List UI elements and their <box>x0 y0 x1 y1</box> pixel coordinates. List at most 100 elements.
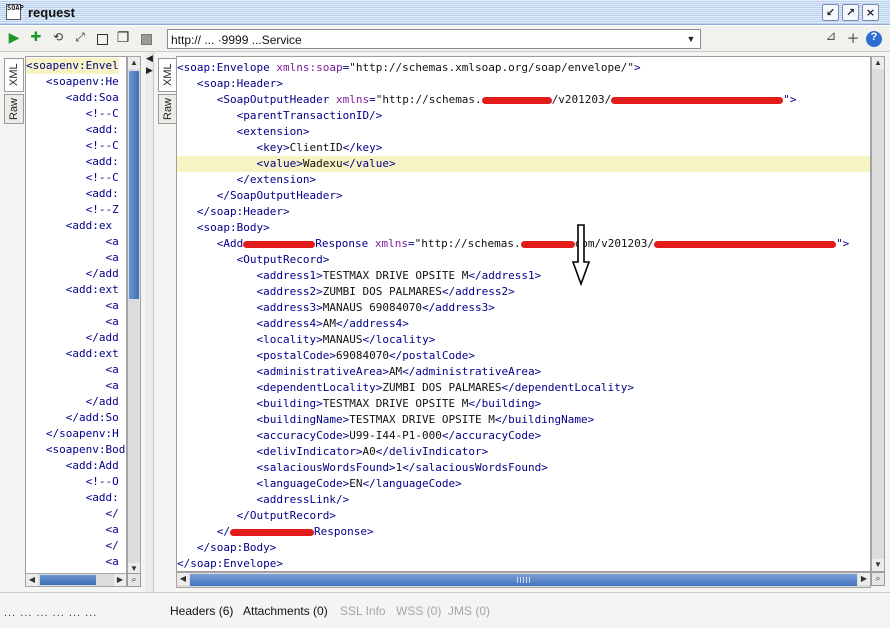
xml-line: <!--O <box>26 475 119 488</box>
xml-value: A0 <box>362 445 376 458</box>
xml-tag: <building> <box>256 397 323 410</box>
xml-tag: <Add <box>216 237 244 250</box>
scroll-left-icon[interactable]: ◀ <box>177 573 189 585</box>
xml-tag: <address1> <box>256 269 323 282</box>
tab-headers[interactable]: Headers (6) <box>170 604 233 618</box>
xml-tag: <key> <box>256 141 290 154</box>
xml-tag: </value> <box>342 157 396 170</box>
chevron-down-icon[interactable]: ▼ <box>683 31 699 47</box>
scroll-up-icon[interactable]: ▲ <box>128 57 140 69</box>
xml-line: <add:Soa <box>26 91 119 104</box>
xml-line: <a <box>26 363 119 376</box>
square-icon[interactable] <box>97 34 108 45</box>
find-icon[interactable]: ⌕ <box>871 572 885 586</box>
request-xml-editor[interactable]: <soapenv:Envel <soapenv:He <add:Soa <!--… <box>25 56 127 576</box>
xml-tag: <soap:Body> <box>196 221 270 234</box>
split-divider[interactable]: ◀ ▶ <box>145 52 154 592</box>
find-icon[interactable]: ⌕ <box>127 573 141 587</box>
xml-tag: "> <box>836 237 850 250</box>
scroll-right-icon[interactable]: ▶ <box>858 573 870 585</box>
scroll-left-icon[interactable]: ◀ <box>26 574 38 586</box>
xml-field-line: <languageCode>EN</languageCode> <box>177 476 870 492</box>
xml-line: <soap:Body> <box>177 220 870 236</box>
redaction-mark <box>654 240 837 248</box>
xml-field-line: <address3>MANAUS 69084070</address3> <box>177 300 870 316</box>
tab-xml-request[interactable]: XML <box>4 58 24 92</box>
xml-tag: Response> <box>314 525 374 538</box>
tab-ssl-info[interactable]: SSL Info <box>340 604 386 618</box>
endpoint-url-field[interactable]: http:// ... ·9999 ...Service ▼ <box>167 29 701 49</box>
xml-line: <!--C <box>26 107 119 120</box>
xml-value: ZUMBI DOS PALMARES <box>382 381 502 394</box>
help-icon[interactable]: ? <box>866 31 882 47</box>
stop-icon[interactable] <box>141 34 152 45</box>
xml-line: <OutputRecord> <box>177 252 870 268</box>
scroll-right-icon[interactable]: ▶ <box>114 574 126 586</box>
response-horizontal-scrollbar[interactable]: ◀ ▶ <box>176 572 871 588</box>
response-xml-editor[interactable]: <soap:Envelope xmlns:soap="http://schema… <box>176 56 871 572</box>
xml-field-line: <accuracyCode>U99-I44-P1-000</accuracyCo… <box>177 428 870 444</box>
xml-value: EN <box>349 477 363 490</box>
tab-jms[interactable]: JMS (0) <box>448 604 490 618</box>
xml-tag: </SoapOutputHeader> <box>216 189 343 202</box>
scroll-down-icon[interactable]: ▼ <box>872 559 884 571</box>
request-vertical-scrollbar[interactable]: ▲ ▼ <box>127 56 141 576</box>
xml-attribute-value: "http://schemas.xmlsoap.org/soap/envelop… <box>349 61 634 74</box>
xml-tag: <parentTransactionID/> <box>236 109 383 122</box>
tab-raw-response[interactable]: Raw <box>158 94 178 124</box>
response-vertical-scrollbar[interactable]: ▲ ▼ <box>871 56 885 572</box>
xml-tag: Response <box>315 237 369 250</box>
xml-line: </add <box>26 267 119 280</box>
response-editor-pane: XML Raw <soap:Envelope xmlns:soap="http:… <box>154 52 890 592</box>
xml-line: <extension> <box>177 124 870 140</box>
xml-tag: <accuracyCode> <box>256 429 350 442</box>
scroll-thumb[interactable] <box>190 574 857 586</box>
collapse-left-icon[interactable]: ◀ <box>145 54 154 64</box>
expand-icon[interactable]: ⤢ <box>71 30 89 48</box>
xml-tag: <address2> <box>256 285 323 298</box>
tab-raw-request[interactable]: Raw <box>4 94 24 124</box>
xml-tag: </languageCode> <box>362 477 462 490</box>
request-toolbar: ▶ ✚ ⟲ ⤢ ❐ http:// ... ·9999 ...Service ▼… <box>0 26 890 52</box>
xml-line: <a <box>26 523 119 536</box>
xml-tag: </OutputRecord> <box>236 509 336 522</box>
scroll-up-icon[interactable]: ▲ <box>872 57 884 69</box>
refresh-icon[interactable]: ⟲ <box>49 30 67 48</box>
xml-line: </ Response> <box>177 524 870 540</box>
xml-field-line: <address1>TESTMAX DRIVE OPSITE M</addres… <box>177 268 870 284</box>
xml-tag: </address3> <box>422 301 495 314</box>
tab-xml-response[interactable]: XML <box>158 58 178 92</box>
xml-attribute-value: "http://schemas. <box>414 237 521 250</box>
close-panel-button[interactable]: × <box>862 4 879 21</box>
tune-icon[interactable]: ⊿ <box>822 29 840 49</box>
scroll-thumb[interactable] <box>40 575 96 585</box>
xml-line: <!--C <box>26 139 119 152</box>
xml-value: AM <box>322 317 336 330</box>
xml-line: <add:ex <box>26 219 113 232</box>
collapse-right-icon[interactable]: ▶ <box>145 66 154 76</box>
title-bar: SOAP request ↙ ↗ × <box>0 0 890 25</box>
annotation-arrow-down-icon <box>572 224 590 286</box>
xml-line: <SoapOutputHeader xmlns="http://schemas.… <box>216 93 797 106</box>
xml-value: ZUMBI DOS PALMARES <box>322 285 442 298</box>
xml-line: <add: <box>26 187 119 200</box>
clone-icon[interactable]: ❐ <box>114 30 132 48</box>
minimize-panel-button[interactable]: ↙ <box>822 4 839 21</box>
xml-tag: </salaciousWordsFound> <box>402 461 548 474</box>
xml-tag: <languageCode> <box>256 477 350 490</box>
xml-field-line: <locality>MANAUS</locality> <box>177 332 870 348</box>
xml-line: </add <box>26 331 119 344</box>
add-icon[interactable]: ✚ <box>27 30 45 48</box>
run-icon[interactable]: ▶ <box>5 30 23 48</box>
tab-attachments[interactable]: Attachments (0) <box>243 604 328 618</box>
xml-tag: <address4> <box>256 317 323 330</box>
plus-icon[interactable]: + <box>844 29 862 49</box>
scroll-thumb[interactable] <box>129 71 139 299</box>
request-bottom-tabs-truncated: ... ... ... ... ... ... <box>4 607 98 619</box>
restore-panel-button[interactable]: ↗ <box>842 4 859 21</box>
xml-value: MANAUS 69084070 <box>322 301 423 314</box>
request-horizontal-scrollbar[interactable]: ◀ ▶ <box>25 573 127 587</box>
redaction-mark <box>481 96 552 104</box>
xml-tag: "> <box>783 93 797 106</box>
tab-wss[interactable]: WSS (0) <box>396 604 441 618</box>
